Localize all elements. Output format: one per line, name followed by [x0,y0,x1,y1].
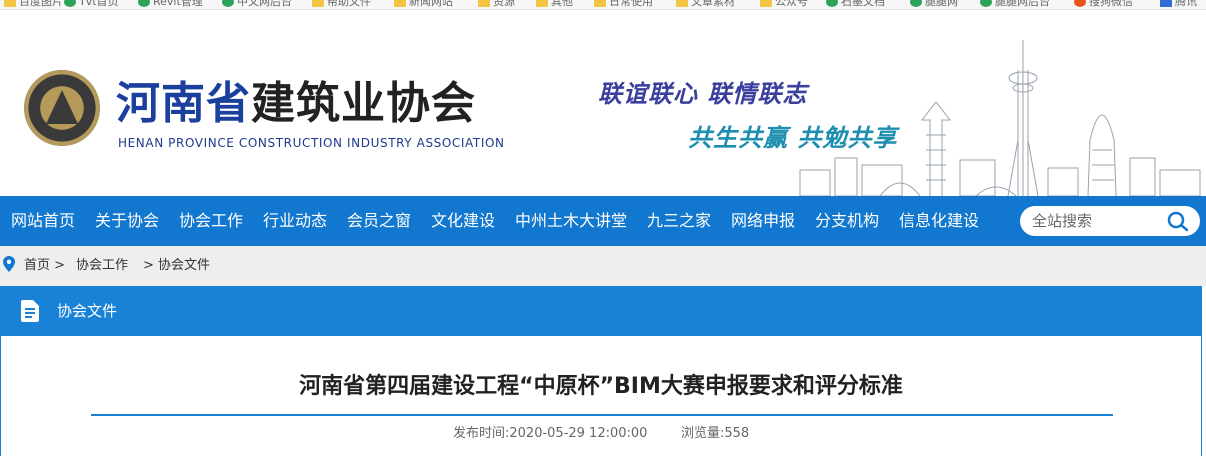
site-search [1020,206,1200,236]
green-dot-icon [222,0,234,7]
bookmark-item[interactable]: Revit管理 [138,0,203,9]
bookmark-item[interactable]: 石墨文档 [826,0,885,9]
green-dot-icon [64,0,76,7]
content-panel: 协会文件 河南省第四届建设工程“中原杯”BIM大赛申报要求和评分标准 发布时间:… [0,286,1202,456]
nav-item-members[interactable]: 会员之窗 [347,196,411,246]
panel-header: 协会文件 [1,286,1201,336]
folder-icon [676,0,688,7]
skyline-illustration [799,40,1201,196]
article-title: 河南省第四届建设工程“中原杯”BIM大赛申报要求和评分标准 [299,374,903,399]
breadcrumb-work[interactable]: 协会工作 [76,246,128,286]
bookmark-item[interactable]: 帮助文件 [312,0,371,9]
search-input[interactable] [1032,206,1162,236]
folder-icon [4,0,16,7]
publish-time: 发布时间:2020-05-29 12:00:00 [453,426,648,441]
folder-icon [594,0,606,7]
bookmarks-bar: 百度图片 Tvt首页 Revit管理 中文网后台 帮助文件 新闻网站 资源 其他… [0,0,1206,10]
document-icon [21,300,39,322]
bookmark-item[interactable]: 中文网后台 [222,0,292,9]
bookmark-item[interactable]: 搜狗微信 [1074,0,1133,9]
nav-item-jiusan[interactable]: 九三之家 [647,196,711,246]
green-dot-icon [910,0,922,7]
breadcrumb: 首页 > 协会工作 > 协会文件 [0,246,1206,286]
nav-item-apply[interactable]: 网络申报 [731,196,795,246]
location-pin-icon [3,256,15,272]
green-dot-icon [980,0,992,7]
bookmark-item[interactable]: 腿腿网后台 [980,0,1050,9]
nav-item-lecture[interactable]: 中州土木大讲堂 [515,196,627,246]
bookmark-item[interactable]: 腾讯 [1160,0,1197,9]
nav-item-culture[interactable]: 文化建设 [431,196,495,246]
view-count: 浏览量:558 [681,426,750,441]
folder-icon [312,0,324,7]
bookmark-item[interactable]: Tvt首页 [64,0,119,9]
green-dot-icon [826,0,838,7]
breadcrumb-home[interactable]: 首页 > [24,246,65,286]
site-title-part1: 河南省 [116,78,251,129]
blue-icon [1160,0,1172,7]
site-title-part2: 建筑业协会 [251,78,476,129]
bookmark-item[interactable]: 文章素材 [676,0,735,9]
breadcrumb-current[interactable]: > 协会文件 [143,246,210,286]
bookmark-item[interactable]: 资源 [478,0,515,9]
folder-icon [478,0,490,7]
site-title: 河南省建筑业协会 [116,78,476,130]
slogan-line1: 联谊联心 联情联志 [598,80,808,108]
nav-item-news[interactable]: 行业动态 [263,196,327,246]
folder-icon [760,0,772,7]
bookmark-item[interactable]: 百度图片 [4,0,63,9]
search-icon[interactable] [1166,210,1190,232]
green-dot-icon [138,0,150,7]
nav-item-work[interactable]: 协会工作 [179,196,243,246]
site-header: 河南省建筑业协会 HENAN PROVINCE CONSTRUCTION IND… [0,10,1206,196]
association-logo[interactable] [24,70,100,146]
logo-emblem [46,90,78,124]
nav-item-branches[interactable]: 分支机构 [815,196,879,246]
bookmark-item[interactable]: 新闻网站 [394,0,453,9]
title-divider [91,414,1113,416]
bookmark-item[interactable]: 其他 [536,0,573,9]
bookmark-item[interactable]: 公众号 [760,0,808,9]
main-nav: 网站首页 关于协会 协会工作 行业动态 会员之窗 文化建设 中州土木大讲堂 九三… [0,196,1206,246]
nav-item-it[interactable]: 信息化建设 [899,196,979,246]
bookmark-item[interactable]: 腿腿网 [910,0,958,9]
site-subtitle: HENAN PROVINCE CONSTRUCTION INDUSTRY ASS… [118,136,505,150]
panel-title: 协会文件 [57,302,118,320]
nav-item-about[interactable]: 关于协会 [95,196,159,246]
folder-icon [536,0,548,7]
nav-item-home[interactable]: 网站首页 [11,196,75,246]
bookmark-item[interactable]: 日常使用 [594,0,653,9]
red-dot-icon [1074,0,1086,7]
folder-icon [394,0,406,7]
